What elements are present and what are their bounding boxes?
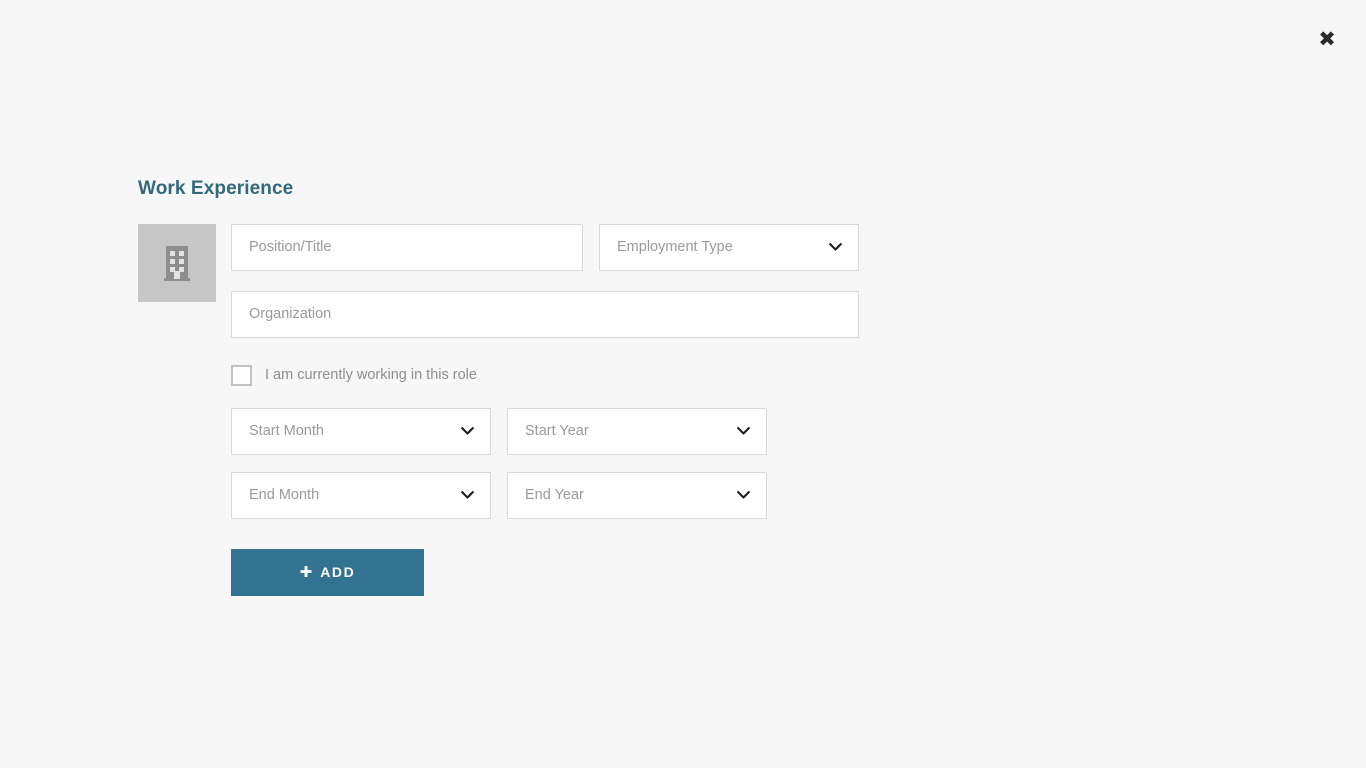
end-month-select[interactable]: End Month xyxy=(231,472,491,519)
end-year-select[interactable]: End Year xyxy=(507,472,767,519)
employment-type-select[interactable]: Employment Type xyxy=(599,224,859,271)
end-date-row: End Month End Year xyxy=(231,472,898,519)
work-experience-panel: Work Experience xyxy=(138,178,898,596)
page-title: Work Experience xyxy=(138,178,898,201)
end-month-value: End Month xyxy=(249,487,319,503)
form-top-row: Employment Type I am currently working i… xyxy=(138,224,898,596)
end-year-value: End Year xyxy=(525,487,584,503)
currently-working-checkbox[interactable] xyxy=(231,365,252,386)
start-year-select[interactable]: Start Year xyxy=(507,408,767,455)
employment-type-value: Employment Type xyxy=(617,239,733,255)
start-month-value: Start Month xyxy=(249,423,324,439)
start-date-row: Start Month Start Year xyxy=(231,408,898,455)
start-month-select[interactable]: Start Month xyxy=(231,408,491,455)
chevron-down-icon xyxy=(737,427,750,436)
chevron-down-icon xyxy=(737,491,750,500)
currently-working-checkbox-row[interactable]: I am currently working in this role xyxy=(231,365,477,386)
add-button-label: ADD xyxy=(320,564,355,580)
chevron-down-icon xyxy=(461,427,474,436)
organization-logo-placeholder[interactable] xyxy=(138,224,216,302)
building-icon xyxy=(162,244,192,282)
organization-input[interactable] xyxy=(231,291,859,338)
position-title-input[interactable] xyxy=(231,224,583,271)
position-row: Employment Type xyxy=(231,224,898,271)
start-year-value: Start Year xyxy=(525,423,589,439)
add-button[interactable]: ✚ ADD xyxy=(231,549,424,596)
form-fields: Employment Type I am currently working i… xyxy=(231,224,898,596)
chevron-down-icon xyxy=(461,491,474,500)
plus-icon: ✚ xyxy=(300,565,313,580)
close-icon[interactable]: ✖ xyxy=(1314,26,1340,52)
chevron-down-icon xyxy=(829,243,842,252)
currently-working-label: I am currently working in this role xyxy=(265,367,477,383)
